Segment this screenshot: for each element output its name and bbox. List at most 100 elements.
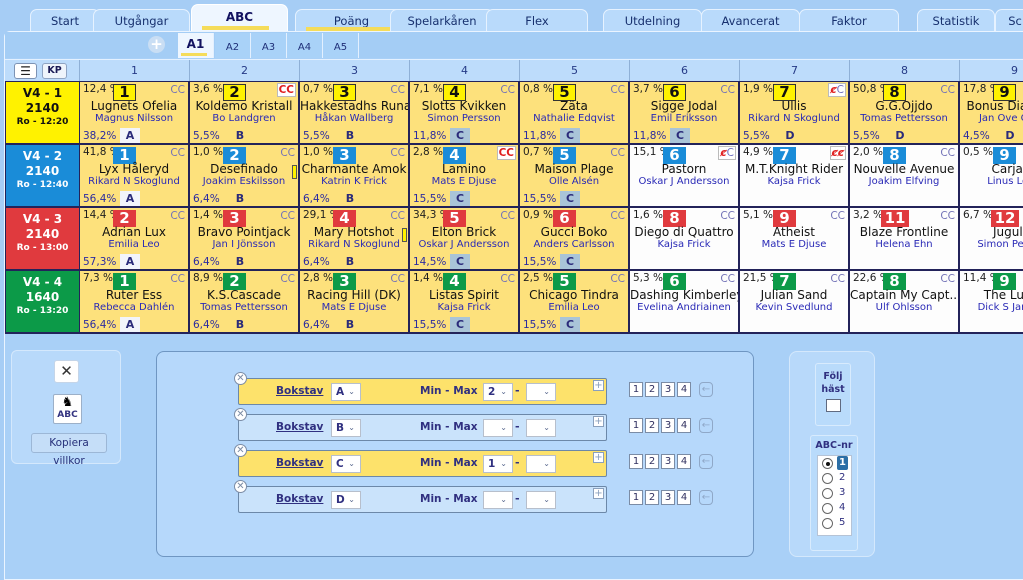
- cc-badge[interactable]: CC: [720, 84, 735, 96]
- abc-number-option-3[interactable]: 3: [818, 486, 851, 501]
- letter-label-link[interactable]: Bokstav: [276, 457, 323, 469]
- horse-cell[interactable]: 3,6 % 2 CC Koldemo Kristall Bo Landgren 5,5% B: [190, 82, 298, 143]
- cc-badge[interactable]: CC: [170, 273, 185, 285]
- tab-utdelning[interactable]: Utdelning: [603, 9, 702, 32]
- race-toggle-1[interactable]: 1: [629, 454, 643, 469]
- race-label[interactable]: V4 - 4 1640 Ro - 13:20: [6, 271, 79, 332]
- arrow-left-icon[interactable]: ←: [699, 490, 713, 505]
- cc-badge[interactable]: CC: [500, 273, 515, 285]
- remove-condition-icon[interactable]: ✕: [234, 480, 247, 493]
- tab-utgångar[interactable]: Utgångar: [93, 9, 190, 32]
- cc-badge-struck[interactable]: ȼC: [828, 83, 846, 97]
- horse-cell[interactable]: 50,8 % 8 CC G.G.Ojjdo Tomas Pettersson 5,5% D: [850, 82, 958, 143]
- subtab-a3[interactable]: A3: [251, 33, 287, 58]
- cc-badge[interactable]: CC: [610, 210, 625, 222]
- cc-badge-struck[interactable]: ȼC: [718, 146, 736, 160]
- max-dropdown[interactable]: ⌄: [526, 419, 556, 437]
- letter-dropdown[interactable]: A ⌄: [331, 383, 361, 401]
- horse-cell[interactable]: 22,6 % 8 CC Captain My Capt... Ulf Ohlsson: [850, 271, 958, 332]
- cc-badge[interactable]: CC: [940, 147, 955, 159]
- cc-badge[interactable]: CC: [280, 273, 295, 285]
- letter-dropdown[interactable]: C ⌄: [331, 455, 361, 473]
- add-subtab-icon[interactable]: +: [148, 36, 165, 53]
- cc-badge-struck[interactable]: ȼȼ: [829, 146, 846, 160]
- remove-condition-icon[interactable]: ✕: [234, 444, 247, 457]
- abc-number-option-1[interactable]: 1: [818, 456, 851, 471]
- kp-button[interactable]: KP: [42, 63, 67, 79]
- copy-conditions-button[interactable]: Kopiera villkor: [31, 433, 107, 467]
- race-label[interactable]: V4 - 2 2140 Ro - 12:40: [6, 145, 79, 206]
- expand-plus-icon[interactable]: +: [593, 416, 604, 427]
- race-toggle-3[interactable]: 3: [661, 382, 675, 397]
- race-label[interactable]: V4 - 1 2140 Ro - 12:20: [6, 82, 79, 143]
- tab-abc[interactable]: ABC: [191, 4, 288, 32]
- horse-cell[interactable]: 1,9 % 7 ȼC Ullis Rikard N Skoglund 5,5% D: [740, 82, 848, 143]
- cc-badge[interactable]: CC: [276, 83, 296, 97]
- cc-badge[interactable]: CC: [280, 210, 295, 222]
- cc-badge[interactable]: CC: [610, 147, 625, 159]
- abc-horse-button[interactable]: ♞ ABC: [53, 394, 82, 424]
- horse-cell[interactable]: 7,3 % 1 CC Ruter Ess Rebecca Dahlén 56,4% A: [80, 271, 188, 332]
- cc-badge[interactable]: CC: [940, 84, 955, 96]
- horse-cell[interactable]: 41,8 % 1 CC Lyx Håleryd Rikard N Skoglund 56,…: [80, 145, 188, 206]
- race-toggle-1[interactable]: 1: [629, 418, 643, 433]
- cc-badge[interactable]: CC: [610, 273, 625, 285]
- min-dropdown[interactable]: 1 ⌄: [483, 455, 513, 473]
- subtab-a4[interactable]: A4: [287, 33, 323, 58]
- tab-avancerat[interactable]: Avancerat: [701, 9, 800, 32]
- tab-spelarkåren[interactable]: Spelarkåren: [390, 9, 494, 32]
- expand-plus-icon[interactable]: +: [593, 488, 604, 499]
- horse-cell[interactable]: 2,5 % 5 CC Chicago Tindra Emilia Leo 15,5% C: [520, 271, 628, 332]
- horse-cell[interactable]: 2,8 % 3 CC Racing Hill (DK) Mats E Djuse 6,4%…: [300, 271, 408, 332]
- horse-cell[interactable]: 1,0 % 3 CC Charmante Amok Katrin K Frick 6,4%…: [300, 145, 408, 206]
- cc-badge[interactable]: CC: [500, 84, 515, 96]
- race-toggle-2[interactable]: 2: [645, 454, 659, 469]
- tab-start[interactable]: Start: [30, 9, 100, 32]
- cc-badge[interactable]: CC: [720, 273, 735, 285]
- cc-badge[interactable]: CC: [720, 210, 735, 222]
- cc-badge[interactable]: CC: [390, 147, 405, 159]
- letter-label-link[interactable]: Bokstav: [276, 493, 323, 505]
- menu-button[interactable]: ☰: [14, 63, 37, 79]
- cc-badge[interactable]: CC: [390, 273, 405, 285]
- race-toggle-4[interactable]: 4: [677, 382, 691, 397]
- min-dropdown[interactable]: ⌄: [483, 491, 513, 509]
- subtab-a2[interactable]: A2: [215, 33, 251, 58]
- horse-cell[interactable]: 6,7 %12CCJugularSimon Persson: [960, 208, 1023, 269]
- arrow-left-icon[interactable]: ←: [699, 382, 713, 397]
- race-toggle-3[interactable]: 3: [661, 454, 675, 469]
- cc-badge[interactable]: CC: [830, 273, 845, 285]
- race-toggle-2[interactable]: 2: [645, 490, 659, 505]
- radio-button[interactable]: [822, 518, 833, 529]
- race-toggle-4[interactable]: 4: [677, 454, 691, 469]
- arrow-left-icon[interactable]: ←: [699, 418, 713, 433]
- race-toggle-2[interactable]: 2: [645, 418, 659, 433]
- subtab-a5[interactable]: A5: [323, 33, 359, 58]
- cc-badge[interactable]: CC: [390, 210, 405, 222]
- horse-cell[interactable]: 0,7 % 3 CC Hakkestadhs Runa Håkan Wallberg 5,…: [300, 82, 408, 143]
- horse-cell[interactable]: 17,8 %9CCBonus DiamondJan Ove Olsen4,5%D: [960, 82, 1023, 143]
- abc-number-option-4[interactable]: 4: [818, 501, 851, 516]
- horse-cell[interactable]: 29,1 % 4 CC Mary Hotshot Rikard N Skoglund 6,…: [300, 208, 408, 269]
- race-toggle-2[interactable]: 2: [645, 382, 659, 397]
- expand-plus-icon[interactable]: +: [593, 452, 604, 463]
- horse-cell[interactable]: 0,9 % 6 CC Gucci Boko Anders Carlsson 15,5% C: [520, 208, 628, 269]
- max-dropdown[interactable]: ⌄: [526, 491, 556, 509]
- arrow-left-icon[interactable]: ←: [699, 454, 713, 469]
- cc-badge[interactable]: CC: [500, 210, 515, 222]
- tab-statistik[interactable]: Statistik: [917, 9, 995, 32]
- race-toggle-4[interactable]: 4: [677, 490, 691, 505]
- horse-cell[interactable]: 21,5 % 7 CC Julian Sand Kevin Svedlund: [740, 271, 848, 332]
- horse-cell[interactable]: 4,9 % 7 ȼȼ M.T.Knight Rider Kajsa Frick: [740, 145, 848, 206]
- cc-badge[interactable]: CC: [170, 84, 185, 96]
- tab-faktor[interactable]: Faktor: [799, 9, 899, 32]
- horse-cell[interactable]: 7,1 % 4 CC Slotts Kvikken Simon Persson 11,8%…: [410, 82, 518, 143]
- horse-cell[interactable]: 2,8 % 4 CC Lamino Mats E Djuse 15,5% C: [410, 145, 518, 206]
- min-dropdown[interactable]: 2 ⌄: [483, 383, 513, 401]
- horse-cell[interactable]: 5,3 % 6 CC Dashing Kimberley Evelina Andriai…: [630, 271, 738, 332]
- race-toggle-3[interactable]: 3: [661, 418, 675, 433]
- horse-cell[interactable]: 5,1 % 9 CC Atheist Mats E Djuse: [740, 208, 848, 269]
- max-dropdown[interactable]: ⌄: [526, 383, 556, 401]
- horse-cell[interactable]: 0,5 %9CCCarjackLinus Lönn: [960, 145, 1023, 206]
- radio-button[interactable]: [822, 458, 833, 469]
